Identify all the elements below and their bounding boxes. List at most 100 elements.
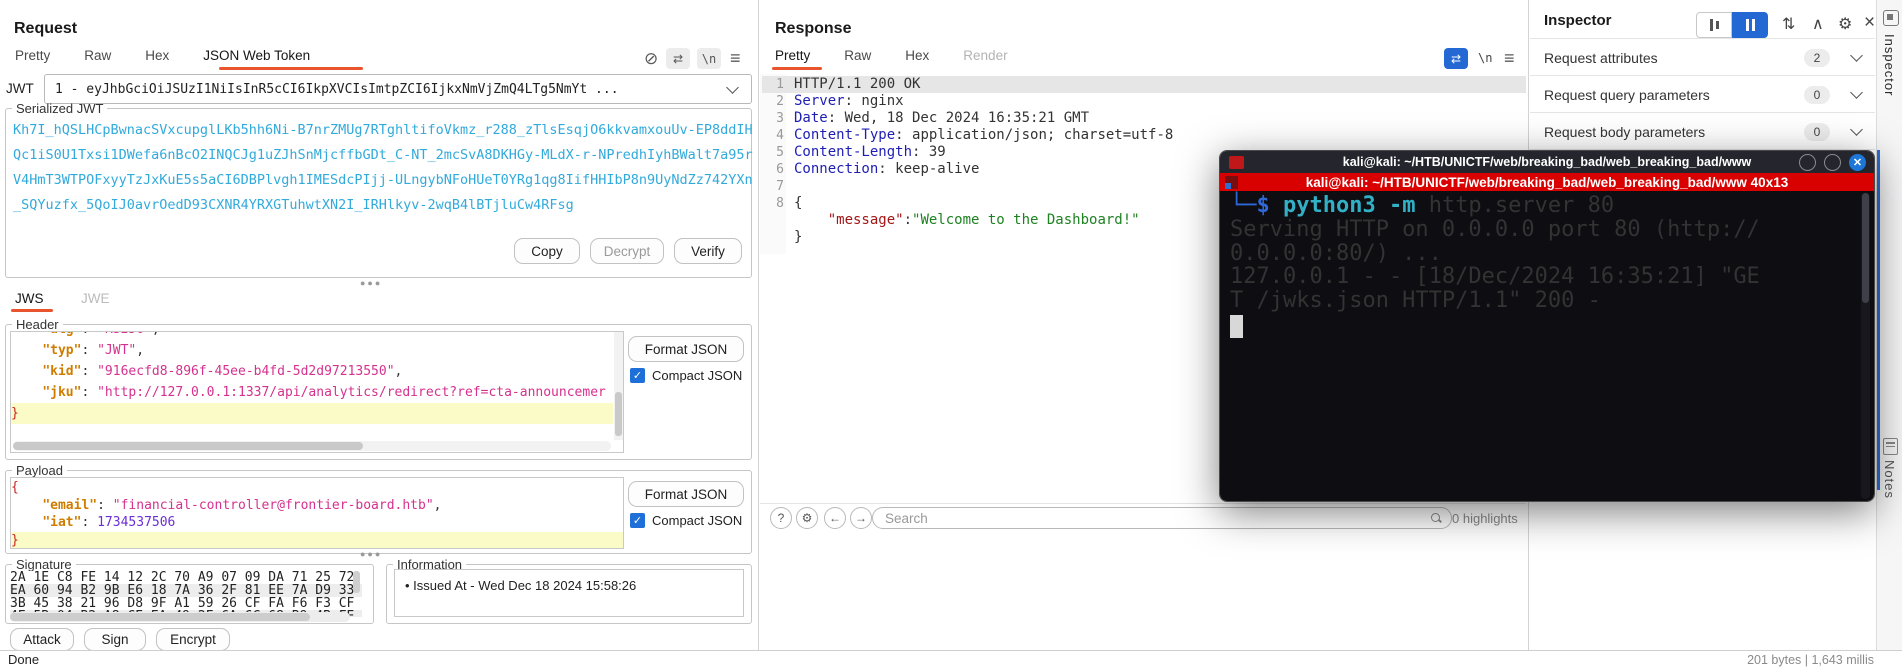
- editor-menu-icon[interactable]: ≡: [1504, 48, 1515, 69]
- editor-menu-icon[interactable]: ≡: [730, 48, 741, 69]
- minimize-button[interactable]: [1799, 153, 1816, 171]
- sign-button[interactable]: Sign: [84, 628, 146, 651]
- jwt-label: JWT: [6, 81, 34, 96]
- splitter-handle[interactable]: ●●●: [360, 278, 382, 288]
- serialized-jwt-text[interactable]: Kh7I_hQSLHCpBwnacSVxcupglLKb5hh6Ni-B7nrZ…: [13, 118, 753, 218]
- response-tabs: Pretty Raw Hex Render: [775, 48, 1008, 63]
- inspector-row[interactable]: Request attributes 2: [1530, 38, 1875, 76]
- nonprintable-chars-icon[interactable]: ⊘: [644, 49, 658, 69]
- jwt-payload-legend: Payload: [16, 463, 63, 478]
- search-input[interactable]: Search: [872, 507, 1452, 529]
- signature-hex[interactable]: 2A 1E C8 FE 14 12 2C 70 A9 07 09 DA 71 2…: [10, 571, 362, 617]
- attack-button[interactable]: Attack: [10, 628, 74, 651]
- payload-format-json-button[interactable]: Format JSON: [628, 481, 744, 507]
- jws-tab[interactable]: JWS: [15, 291, 44, 306]
- terminal-resize-text: kali@kali: ~/HTB/UNICTF/web/breaking_bad…: [1305, 174, 1789, 190]
- panel-divider[interactable]: [758, 0, 759, 650]
- inspector-settings-gear-icon[interactable]: ⚙: [1838, 14, 1852, 34]
- request-tab-pretty[interactable]: Pretty: [15, 48, 50, 63]
- inspector-row[interactable]: Request query parameters 0: [1530, 75, 1875, 113]
- jwt-header-legend: Header: [16, 317, 59, 332]
- terminal-content[interactable]: └─$ python3 -m http.server 80 Serving HTT…: [1220, 191, 1874, 501]
- inspector-layout-toggle[interactable]: [1696, 12, 1768, 38]
- header-compact-json-label: Compact JSON: [652, 368, 743, 383]
- kali-terminal-window[interactable]: kali@kali: ~/HTB/UNICTF/web/breaking_bad…: [1219, 150, 1875, 502]
- search-highlights-count: 0 highlights: [1452, 511, 1518, 526]
- chevron-down-icon: [1850, 86, 1863, 99]
- encrypt-button[interactable]: Encrypt: [156, 628, 230, 651]
- inspector-layout-right-icon[interactable]: [1732, 12, 1768, 38]
- jwt-select-value: 1 - eyJhbGciOiJSUzI1NiIsInR5cCI6IkpXVCIs…: [55, 81, 619, 97]
- previous-match-icon[interactable]: ←: [824, 507, 846, 529]
- status-bar: Done 201 bytes | 1,643 millis: [0, 650, 1902, 668]
- inspector-title: Inspector: [1544, 12, 1612, 29]
- status-metrics: 201 bytes | 1,643 millis: [1747, 652, 1874, 667]
- maximize-button[interactable]: [1824, 153, 1841, 171]
- terminal-cursor: [1230, 315, 1243, 338]
- inspector-row[interactable]: Request body parameters 0: [1530, 112, 1875, 150]
- inspector-close-icon[interactable]: ×: [1864, 12, 1875, 34]
- rail-tab-inspector[interactable]: Inspector: [1882, 34, 1897, 96]
- status-done: Done: [8, 652, 40, 667]
- response-tab-pretty[interactable]: Pretty: [775, 48, 810, 63]
- terminal-titlebar[interactable]: kali@kali: ~/HTB/UNICTF/web/breaking_bad…: [1220, 151, 1874, 173]
- terminal-resize-banner: kali@kali: ~/HTB/UNICTF/web/breaking_bad…: [1220, 173, 1874, 191]
- copy-button[interactable]: Copy: [514, 238, 580, 264]
- header-vertical-scrollbar[interactable]: [614, 332, 623, 440]
- rail-active-indicator: [1877, 150, 1880, 490]
- chevron-down-icon: [1850, 123, 1863, 136]
- jwe-tab[interactable]: JWE: [81, 291, 110, 306]
- terminal-scrollbar[interactable]: [1861, 193, 1870, 499]
- header-format-json-button[interactable]: Format JSON: [628, 336, 744, 362]
- request-tab-hex[interactable]: Hex: [145, 48, 169, 63]
- next-match-icon[interactable]: →: [850, 507, 872, 529]
- jwt-payload-editor[interactable]: { "email": "financial-controller@frontie…: [10, 477, 624, 549]
- header-horizontal-scrollbar[interactable]: [13, 441, 611, 451]
- search-icon: [1431, 513, 1441, 523]
- help-icon[interactable]: ?: [770, 507, 792, 529]
- rail-top-icon[interactable]: [1883, 10, 1899, 26]
- chevron-down-icon: [1850, 49, 1863, 62]
- signature-legend: Signature: [16, 557, 72, 572]
- terminal-window-buttons: ✕: [1791, 153, 1866, 171]
- search-bar-divider: [760, 503, 1526, 504]
- checkbox-checked-icon: ✓: [630, 513, 645, 528]
- expand-all-icon[interactable]: ⇅: [1782, 14, 1795, 34]
- newline-icon[interactable]: \n: [697, 48, 721, 69]
- response-tab-raw[interactable]: Raw: [844, 48, 871, 63]
- response-tab-hex[interactable]: Hex: [905, 48, 929, 63]
- search-settings-gear-icon[interactable]: ⚙: [796, 507, 818, 529]
- notes-icon[interactable]: [1883, 438, 1898, 455]
- wrap-lines-icon[interactable]: ⇄: [666, 48, 690, 69]
- response-tab-render[interactable]: Render: [963, 48, 1007, 63]
- verify-button[interactable]: Verify: [674, 238, 742, 264]
- request-tab-json-web-token[interactable]: JSON Web Token: [203, 48, 310, 63]
- jwt-select[interactable]: 1 - eyJhbGciOiJSUzI1NiIsInR5cCI6IkpXVCIs…: [44, 74, 752, 104]
- request-tab-raw[interactable]: Raw: [84, 48, 111, 63]
- request-panel-title: Request: [14, 20, 78, 37]
- resize-banner-icon: [1225, 175, 1238, 189]
- issued-at-item: • Issued At - Wed Dec 18 2024 15:58:26: [405, 578, 637, 593]
- request-active-tab-underline: [219, 67, 363, 70]
- inspector-layout-left-icon[interactable]: [1696, 12, 1732, 38]
- jwt-select-chevron-icon: [726, 81, 739, 94]
- close-button[interactable]: ✕: [1849, 153, 1866, 171]
- information-box: • Issued At - Wed Dec 18 2024 15:58:26: [394, 569, 744, 617]
- collapse-all-icon[interactable]: ∧: [1812, 14, 1824, 34]
- response-active-tab-underline: [772, 67, 822, 70]
- header-compact-json-checkbox[interactable]: ✓ Compact JSON: [630, 368, 742, 383]
- request-tabs: Pretty Raw Hex JSON Web Token: [15, 48, 310, 63]
- rail-tab-notes[interactable]: Notes: [1882, 460, 1897, 499]
- signature-horizontal-scrollbar[interactable]: [10, 612, 350, 622]
- terminal-app-icon: [1229, 155, 1244, 169]
- payload-compact-json-checkbox[interactable]: ✓ Compact JSON: [630, 513, 742, 528]
- jwt-header-editor[interactable]: "alg": "RS256", "typ": "JWT", "kid": "91…: [10, 331, 624, 453]
- burp-suite-window: Request Pretty Raw Hex JSON Web Token ⊘ …: [0, 0, 1902, 668]
- serialized-jwt-legend: Serialized JWT: [16, 101, 104, 116]
- newline-icon[interactable]: \n: [1478, 51, 1492, 65]
- signature-vertical-scrollbar[interactable]: [352, 571, 361, 597]
- decrypt-button[interactable]: Decrypt: [590, 238, 664, 264]
- payload-compact-json-label: Compact JSON: [652, 513, 743, 528]
- wrap-lines-icon[interactable]: ⇄: [1444, 48, 1468, 69]
- jws-active-underline: [11, 309, 53, 312]
